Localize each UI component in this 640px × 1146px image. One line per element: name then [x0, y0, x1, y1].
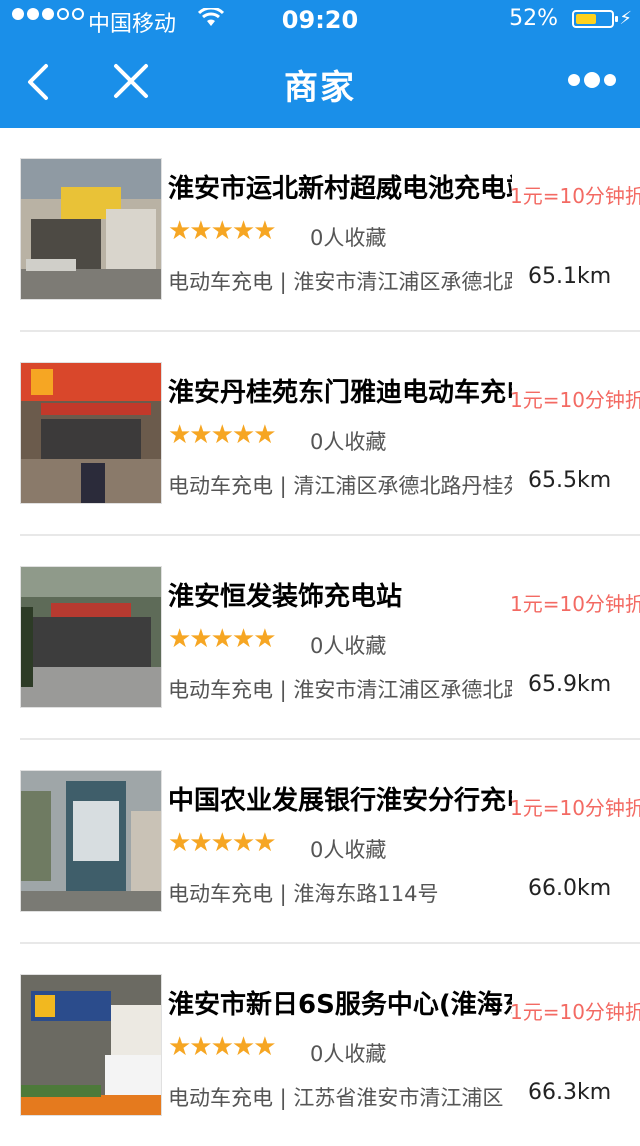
- merchant-distance: 65.5km: [528, 468, 612, 493]
- favorites-count: 0人收藏: [310, 226, 387, 250]
- merchant-list: 淮安市运北新村超威电池充电站 1元=10分钟折 ★★★★★ 0人收藏 电动车充电…: [0, 128, 640, 1146]
- status-bar: 中国移动 09:20 52% ⚡: [0, 0, 640, 40]
- merchant-photo: [20, 158, 162, 300]
- merchant-category-address: 电动车充电 | 淮安市清江浦区承德北路: [168, 678, 512, 702]
- charging-icon: ⚡: [619, 8, 632, 29]
- merchant-name: 淮安市运北新村超威电池充电站: [168, 174, 512, 204]
- merchant-photo: [20, 566, 162, 708]
- merchant-distance: 65.9km: [528, 672, 612, 697]
- merchant-name: 淮安丹桂苑东门雅迪电动车充电站: [168, 378, 512, 408]
- merchant-photo: [20, 362, 162, 504]
- merchant-item[interactable]: 淮安丹桂苑东门雅迪电动车充电站 1元=10分钟折 ★★★★★ 0人收藏 电动车充…: [20, 332, 640, 536]
- discount-label: 1元=10分钟折: [510, 592, 640, 616]
- rating-stars: ★★★★★: [168, 1032, 277, 1062]
- merchant-item[interactable]: 淮安市运北新村超威电池充电站 1元=10分钟折 ★★★★★ 0人收藏 电动车充电…: [20, 128, 640, 332]
- merchant-distance: 66.3km: [528, 1080, 612, 1105]
- merchant-name: 中国农业发展银行淮安分行充电站: [168, 786, 512, 816]
- discount-label: 1元=10分钟折: [510, 388, 640, 412]
- merchant-distance: 66.0km: [528, 876, 612, 901]
- merchant-item[interactable]: 淮安恒发装饰充电站 1元=10分钟折 ★★★★★ 0人收藏 电动车充电 | 淮安…: [20, 536, 640, 740]
- battery-percent: 52%: [509, 6, 558, 31]
- header: 中国移动 09:20 52% ⚡ 商家: [0, 0, 640, 128]
- discount-label: 1元=10分钟折: [510, 796, 640, 820]
- page-title: 商家: [284, 68, 356, 108]
- rating-stars: ★★★★★: [168, 420, 277, 450]
- more-dots-icon[interactable]: [564, 72, 616, 88]
- rating-stars: ★★★★★: [168, 216, 277, 246]
- merchant-category-address: 电动车充电 | 江苏省淮安市清江浦区: [168, 1086, 504, 1110]
- merchant-item[interactable]: 中国农业发展银行淮安分行充电站 1元=10分钟折 ★★★★★ 0人收藏 电动车充…: [20, 740, 640, 944]
- merchant-photo: [20, 974, 162, 1116]
- rating-stars: ★★★★★: [168, 828, 277, 858]
- merchant-category-address: 电动车充电 | 淮海东路114号: [168, 882, 439, 906]
- merchant-item[interactable]: 淮安市新日6S服务中心(淮海东路) 1元=10分钟折 ★★★★★ 0人收藏 电动…: [20, 944, 640, 1146]
- merchant-category-address: 电动车充电 | 清江浦区承德北路丹桂苑: [168, 474, 512, 498]
- favorites-count: 0人收藏: [310, 430, 387, 454]
- discount-label: 1元=10分钟折: [510, 184, 640, 208]
- rating-stars: ★★★★★: [168, 624, 277, 654]
- merchant-name: 淮安市新日6S服务中心(淮海东路): [168, 990, 512, 1020]
- merchant-category-address: 电动车充电 | 淮安市清江浦区承德北路: [168, 270, 512, 294]
- favorites-count: 0人收藏: [310, 838, 387, 862]
- battery-icon: [572, 10, 618, 28]
- nav-bar: 商家: [0, 40, 640, 128]
- discount-label: 1元=10分钟折: [510, 1000, 640, 1024]
- merchant-name: 淮安恒发装饰充电站: [168, 582, 403, 612]
- merchant-photo: [20, 770, 162, 912]
- favorites-count: 0人收藏: [310, 634, 387, 658]
- merchant-distance: 65.1km: [528, 264, 612, 289]
- favorites-count: 0人收藏: [310, 1042, 387, 1066]
